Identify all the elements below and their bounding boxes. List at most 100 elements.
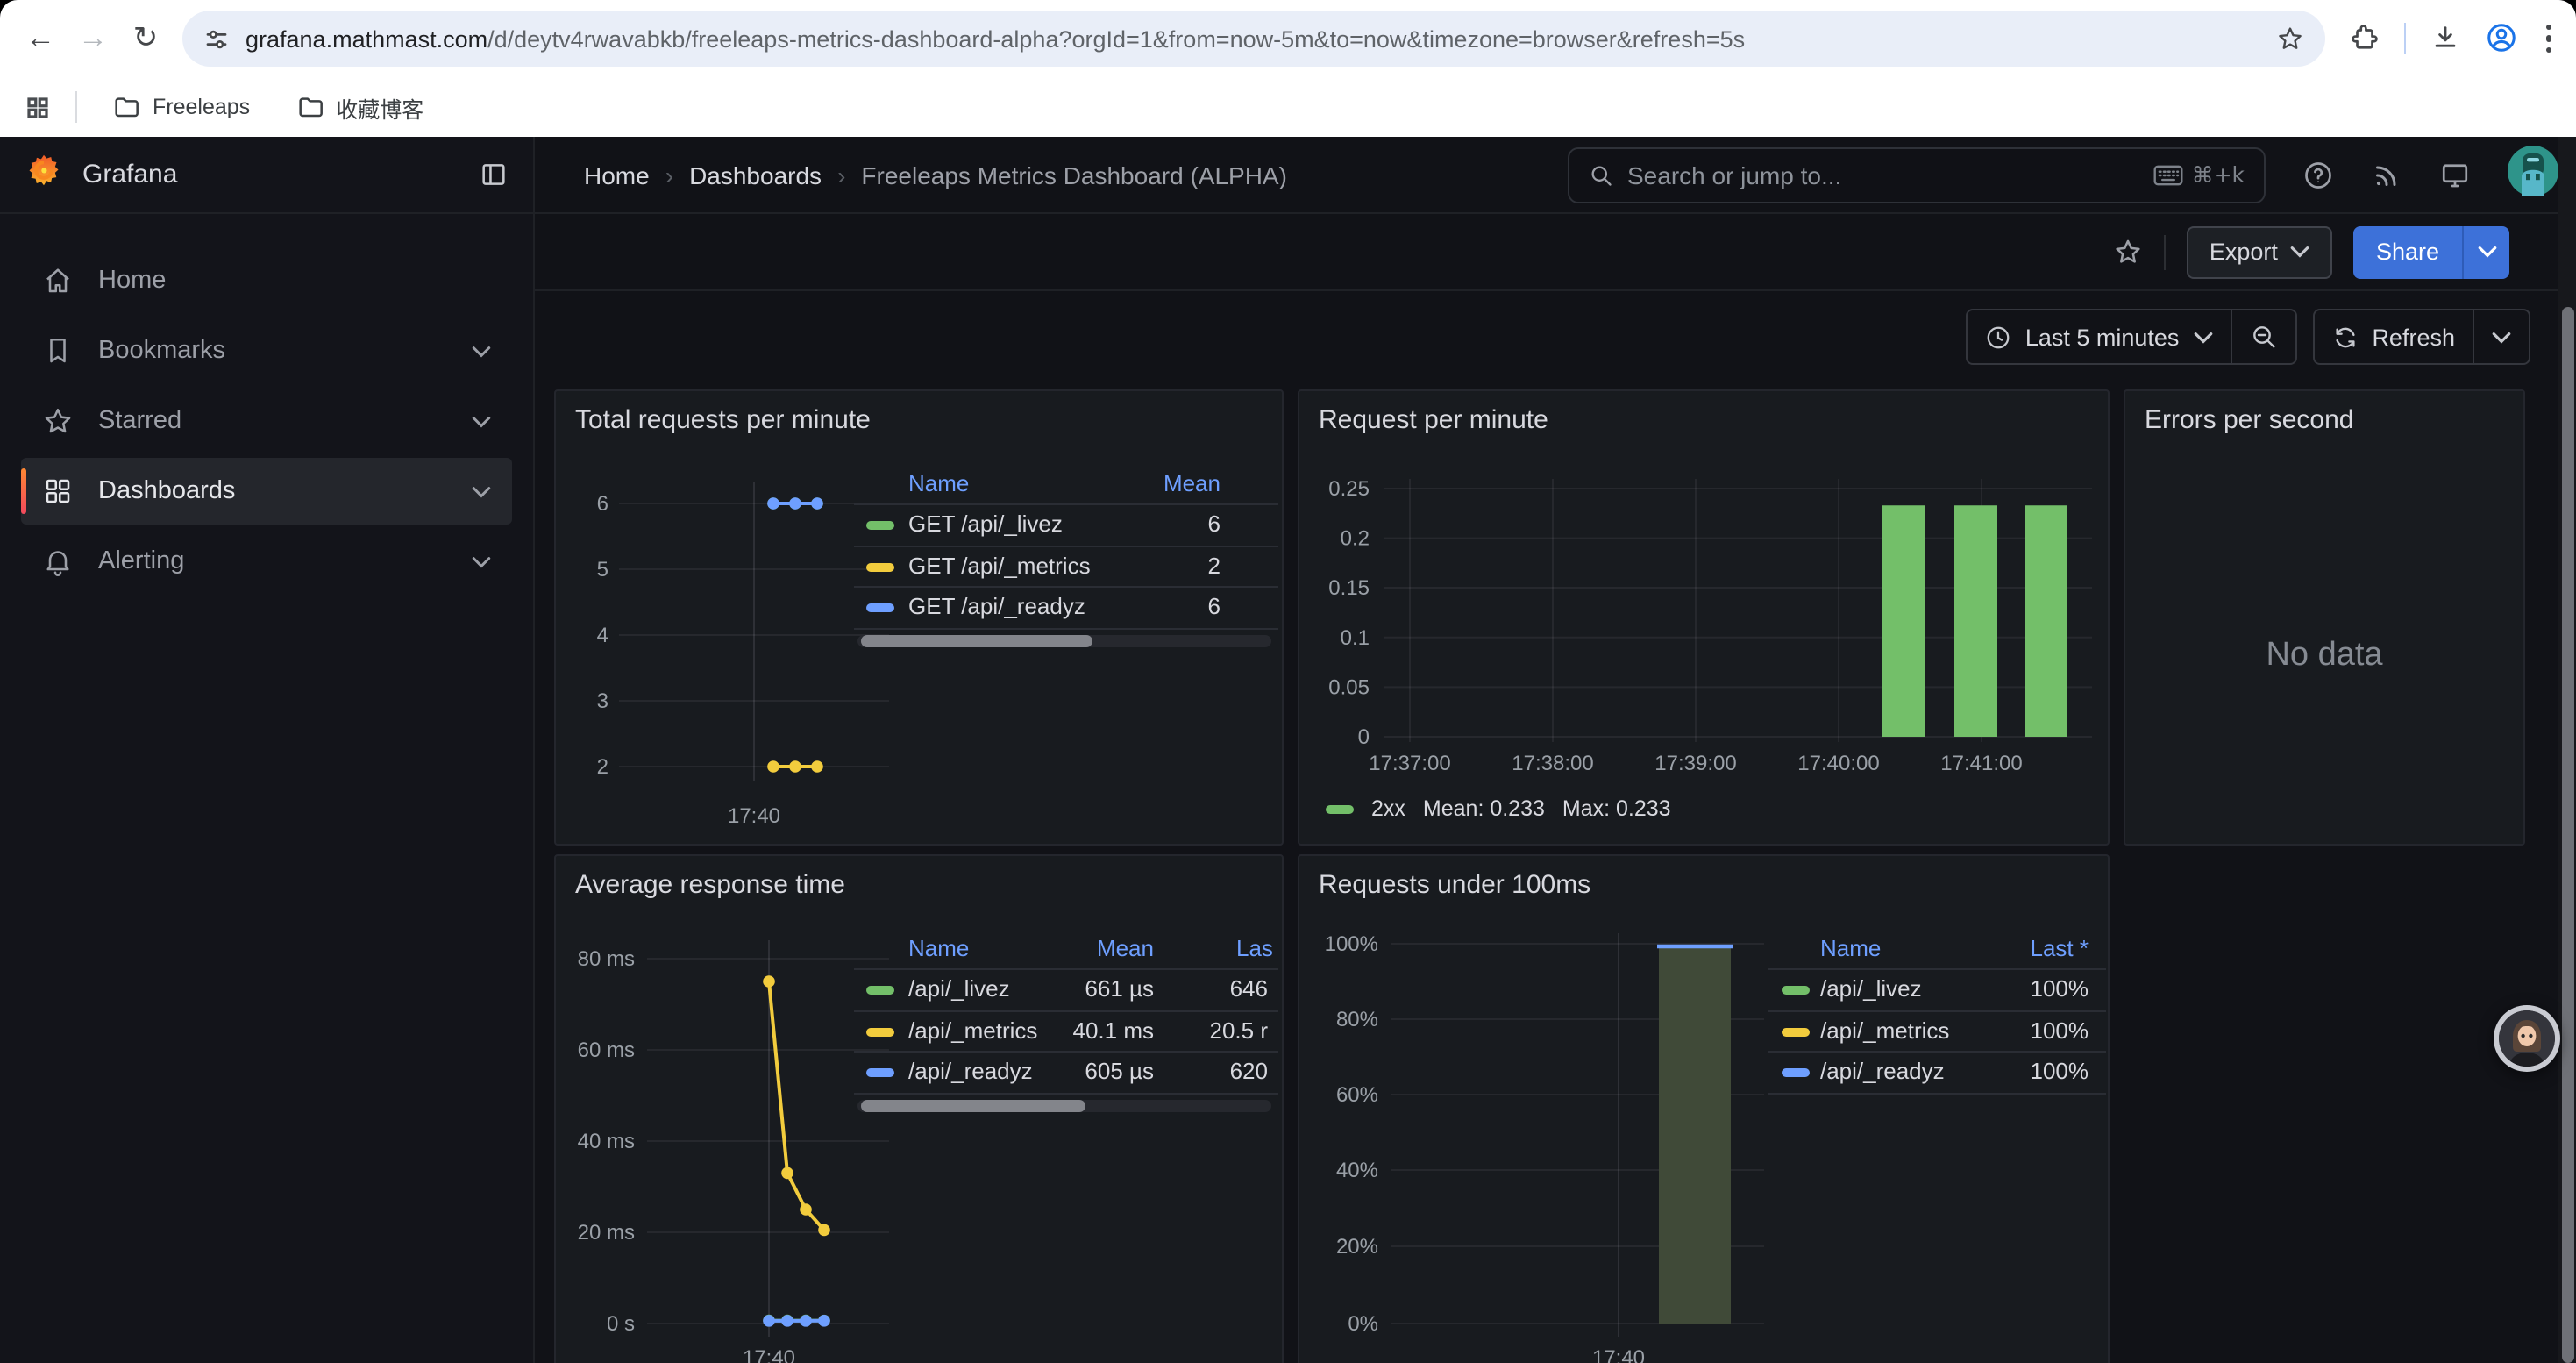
legend-value: 605 µs: [1085, 1058, 1154, 1084]
help-icon[interactable]: [2302, 159, 2334, 190]
series-swatch: [1782, 986, 1810, 995]
toolbar-divider: [2403, 23, 2405, 54]
series-stat: Mean: 0.233: [1423, 796, 1545, 821]
svg-text:40 ms: 40 ms: [578, 1130, 635, 1153]
zoom-out-button[interactable]: [2231, 310, 2295, 363]
legend-series-name[interactable]: GET /api/_livez: [908, 510, 1063, 537]
legend-series-name[interactable]: GET /api/_metrics: [908, 552, 1091, 578]
bookmark-folder-freeleaps[interactable]: Freeleaps: [102, 88, 260, 126]
panel-title[interactable]: Total requests per minute: [575, 405, 871, 435]
panel-total-requests-per-minute[interactable]: Total requests per minute 6543217:40 Nam…: [554, 389, 1284, 846]
svg-text:17:40:00: 17:40:00: [1797, 752, 1879, 775]
extensions-icon[interactable]: [2349, 24, 2379, 54]
back-icon[interactable]: ←: [14, 12, 67, 65]
legend-row[interactable]: 2xxMean: 0.233Max: 0.233: [1326, 796, 1671, 821]
user-avatar[interactable]: [2508, 145, 2558, 204]
sidebar-item-bookmarks[interactable]: Bookmarks: [21, 318, 512, 384]
sidebar-item-home[interactable]: Home: [21, 247, 512, 314]
time-range-label: Last 5 minutes: [2025, 324, 2180, 350]
chevron-down-icon[interactable]: [472, 547, 491, 575]
panel-title[interactable]: Request per minute: [1319, 405, 1548, 435]
legend-row-divider: [854, 545, 1278, 546]
profile-icon[interactable]: [2484, 22, 2517, 55]
url-text[interactable]: grafana.mathmast.com/d/deytv4rwavabkb/fr…: [246, 25, 2259, 52]
legend-series-name[interactable]: /api/_metrics: [908, 1017, 1037, 1043]
breadcrumb-item[interactable]: Dashboards: [689, 161, 822, 189]
legend-series-name[interactable]: /api/_livez: [908, 975, 1010, 1002]
legend-series-name[interactable]: /api/_readyz: [1820, 1058, 1945, 1084]
apps-shortcut-icon[interactable]: [25, 94, 51, 120]
dock-sidebar-icon[interactable]: [479, 160, 509, 189]
dashboard-actions-row: Export Share: [535, 214, 2576, 291]
site-settings-icon[interactable]: [203, 25, 230, 52]
legend-column-header[interactable]: Last *: [2031, 935, 2089, 961]
legend-series-name[interactable]: /api/_readyz: [908, 1058, 1033, 1084]
panel-requests-under-100ms[interactable]: Requests under 100ms 100%80%60%40%20%0%1…: [1298, 854, 2110, 1363]
legend-column-header[interactable]: Las: [1236, 935, 1273, 961]
svg-text:0.15: 0.15: [1328, 576, 1370, 600]
legend-column-header[interactable]: Mean: [1163, 470, 1220, 496]
time-range-picker[interactable]: Last 5 minutes: [1968, 310, 2231, 363]
search-input[interactable]: Search or jump to... ⌘+k: [1568, 146, 2266, 203]
sidebar-item-starred[interactable]: Starred: [21, 388, 512, 454]
legend-column-header[interactable]: Mean: [1097, 935, 1154, 961]
browser-menu-icon[interactable]: [2542, 21, 2555, 56]
legend-series-name[interactable]: GET /api/_readyz: [908, 593, 1085, 619]
legend-scrollbar-thumb[interactable]: [861, 635, 1092, 647]
series-swatch: [866, 521, 894, 530]
breadcrumb-item[interactable]: Home: [584, 161, 650, 189]
legend-scrollbar-thumb[interactable]: [861, 1100, 1085, 1112]
page-scrollbar[interactable]: [2558, 137, 2576, 1363]
chevron-down-icon[interactable]: [472, 407, 491, 435]
legend-row-divider: [854, 967, 1278, 969]
legend-row-divider: [854, 1092, 1278, 1094]
dashboard-scroll-area: Last 5 minutes: [535, 291, 2576, 1363]
series-swatch: [866, 1027, 894, 1036]
no-data-message: No data: [2125, 637, 2523, 675]
svg-text:40%: 40%: [1336, 1159, 1378, 1182]
sidebar-item-dashboards[interactable]: Dashboards: [21, 458, 512, 525]
panel-title[interactable]: Errors per second: [2145, 405, 2353, 435]
monitor-icon[interactable]: [2439, 159, 2471, 190]
chevron-down-icon[interactable]: [472, 477, 491, 505]
forward-icon[interactable]: →: [67, 12, 119, 65]
series-swatch: [1782, 1027, 1810, 1036]
share-button[interactable]: Share: [2353, 225, 2509, 278]
legend-series-name[interactable]: /api/_livez: [1820, 975, 1922, 1002]
legend-row-divider: [854, 1051, 1278, 1053]
news-rss-icon[interactable]: [2371, 159, 2402, 190]
panel-average-response-time[interactable]: Average response time 80 ms60 ms40 ms20 …: [554, 854, 1284, 1363]
downloads-icon[interactable]: [2430, 24, 2459, 54]
panel-request-per-minute[interactable]: Request per minute 0.250.20.150.10.05017…: [1298, 389, 2110, 846]
chevron-down-icon[interactable]: [472, 337, 491, 365]
series-swatch: [1782, 1068, 1810, 1077]
bell-icon: [42, 546, 74, 577]
series-name[interactable]: 2xx: [1371, 796, 1405, 821]
legend-column-header[interactable]: Name: [908, 935, 969, 961]
grafana-logo-icon[interactable]: [25, 151, 63, 198]
panel-title[interactable]: Average response time: [575, 870, 845, 900]
share-dropdown-button[interactable]: [2462, 225, 2509, 278]
scrollbar-thumb[interactable]: [2561, 307, 2573, 1363]
refresh-interval-dropdown[interactable]: [2474, 310, 2529, 363]
bookmark-folder-blogs[interactable]: 收藏博客: [285, 85, 434, 129]
series-swatch: [866, 1068, 894, 1077]
legend-column-header[interactable]: Name: [1820, 935, 1881, 961]
legend-row-divider: [1768, 1010, 2106, 1011]
legend-series-name[interactable]: /api/_metrics: [1820, 1017, 1949, 1043]
bookmark-star-icon[interactable]: [2275, 25, 2303, 53]
address-bar[interactable]: grafana.mathmast.com/d/deytv4rwavabkb/fr…: [182, 11, 2324, 67]
panel-title[interactable]: Requests under 100ms: [1319, 870, 1590, 900]
legend-column-header[interactable]: Name: [908, 470, 969, 496]
panel-errors-per-second[interactable]: Errors per second No data: [2124, 389, 2525, 846]
sidebar-item-alerting[interactable]: Alerting: [21, 528, 512, 595]
assistant-avatar[interactable]: [2494, 1005, 2560, 1072]
export-button[interactable]: Export: [2187, 225, 2332, 278]
bookmarks-divider: [75, 91, 77, 123]
favorite-star-icon[interactable]: [2113, 237, 2143, 267]
legend-value: 2: [1208, 552, 1220, 578]
chevron-down-icon: [2290, 246, 2309, 258]
refresh-button[interactable]: Refresh: [2314, 310, 2473, 363]
share-button-label[interactable]: Share: [2353, 225, 2462, 278]
reload-icon[interactable]: ↻: [119, 12, 172, 65]
